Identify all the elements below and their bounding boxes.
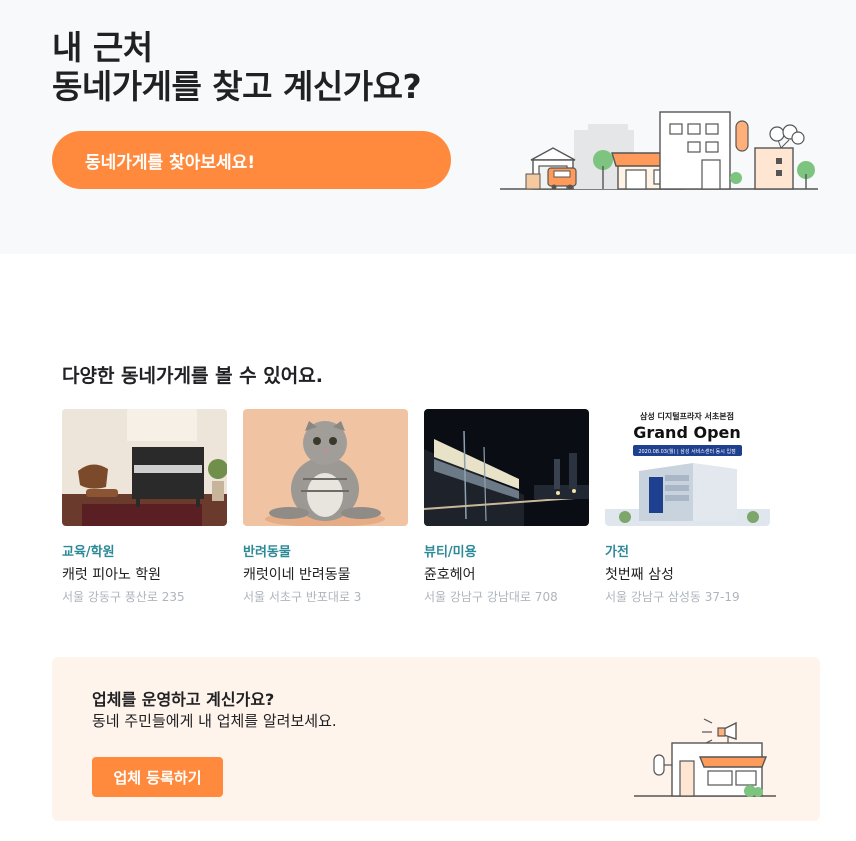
store-card[interactable]: 교육/학원 캐럿 피아노 학원 서울 강동구 풍산로 235 [62, 409, 227, 604]
section-title: 다양한 동네가게를 볼 수 있어요. [62, 365, 323, 387]
store-thumbnail [243, 409, 408, 526]
store-name: 캐럿이네 반려동물 [243, 567, 351, 583]
find-stores-button[interactable]: 동네가게를 찾아보세요! [52, 131, 451, 189]
hero-title-line1: 내 근처 [52, 28, 153, 67]
store-address: 서울 강남구 삼성동 37-19 [605, 590, 740, 604]
hero-banner: 내 근처 동네가게를 찾고 계신가요? 동네가게를 찾아보세요! [0, 0, 856, 254]
store-category: 반려동물 [243, 545, 291, 560]
town-illustration [500, 111, 818, 190]
store-name: 첫번째 삼성 [605, 567, 674, 583]
store-card[interactable]: 반려동물 캐럿이네 반려동물 서울 서초구 반포대로 3 [243, 409, 408, 604]
storefront-megaphone-illustration [634, 718, 776, 797]
poster-headline: Grand Open [633, 423, 741, 442]
register-business-button[interactable]: 업체 등록하기 [92, 757, 223, 797]
store-address: 서울 강남구 강남대로 708 [424, 590, 558, 604]
store-thumbnail [424, 409, 589, 526]
store-name: 쥰호헤어 [424, 567, 476, 583]
store-card[interactable]: 뷰티/미용 쥰호헤어 서울 강남구 강남대로 708 [424, 409, 589, 604]
store-address: 서울 강동구 풍산로 235 [62, 590, 185, 604]
store-thumbnail: 삼성 디지털프라자 서초본점 Grand Open 2020.08.03(월) … [605, 409, 770, 526]
hero-title: 내 근처 동네가게를 찾고 계신가요? [52, 28, 422, 106]
store-address: 서울 서초구 반포대로 3 [243, 590, 362, 604]
poster-date: 2020.08.03(월) | 삼성 서비스센터 동시 입점 [638, 448, 735, 455]
business-title: 업체를 운영하고 계신가요? [92, 690, 275, 709]
business-register-box: 업체를 운영하고 계신가요? 동네 주민들에게 내 업체를 알려보세요. 업체 … [52, 657, 820, 821]
business-description: 동네 주민들에게 내 업체를 알려보세요. [92, 712, 337, 730]
hero-title-line2: 동네가게를 찾고 계신가요? [52, 67, 422, 106]
poster-subtitle: 삼성 디지털프라자 서초본점 [640, 411, 734, 421]
store-thumbnail [62, 409, 227, 526]
store-category: 뷰티/미용 [424, 545, 477, 560]
store-category: 교육/학원 [62, 545, 115, 560]
store-category: 가전 [605, 545, 629, 560]
store-name: 캐럿 피아노 학원 [62, 567, 162, 583]
store-card[interactable]: 삼성 디지털프라자 서초본점 Grand Open 2020.08.03(월) … [605, 409, 770, 604]
